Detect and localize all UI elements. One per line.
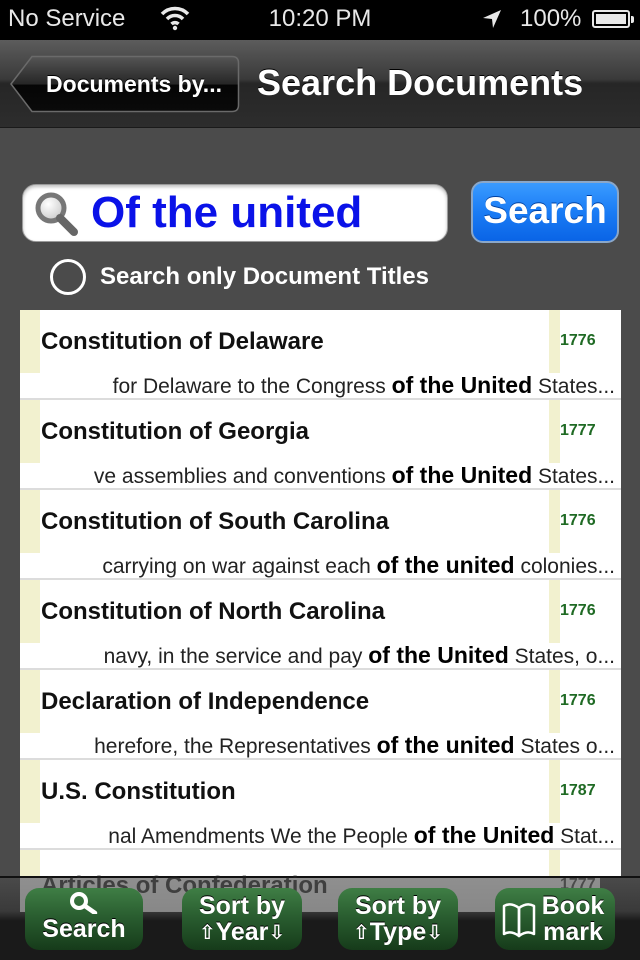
result-snippet: ve assemblies and conventions of the Uni…	[93, 462, 615, 488]
row-band-right	[549, 580, 560, 643]
result-title: U.S. Constitution	[41, 778, 236, 805]
titles-only-radio[interactable]	[50, 259, 86, 295]
result-row[interactable]: Constitution of Delaware 1776 for Delawa…	[20, 310, 621, 400]
tab-bar: Articles of Confederation 1777 Search So…	[0, 872, 640, 960]
battery-percent: 100%	[520, 5, 582, 32]
tab-search-label: Search	[42, 915, 126, 943]
result-title: Constitution of North Carolina	[41, 598, 385, 625]
tab-bookmark-line2: mark	[543, 918, 603, 946]
result-year: 1776	[560, 692, 596, 709]
search-input[interactable]: Of the united	[22, 184, 448, 242]
match-highlight: of the united	[376, 552, 515, 578]
arrow-down-icon: ⇩	[426, 922, 444, 944]
row-band-left	[20, 580, 40, 643]
result-snippet: herefore, the Representatives of the uni…	[94, 732, 615, 758]
row-band-left	[20, 670, 40, 733]
row-band-right	[549, 490, 560, 553]
tab-bookmark-line1: Book	[541, 892, 605, 920]
row-band-right	[549, 760, 560, 823]
status-bar: No Service 10:20 PM 100%	[0, 0, 640, 40]
row-band-left	[20, 490, 40, 553]
arrow-up-icon: ⇧	[352, 922, 370, 944]
result-title: Constitution of Georgia	[41, 418, 309, 445]
result-row[interactable]: Constitution of Georgia 1777 ve assembli…	[20, 400, 621, 490]
match-highlight: of the united	[376, 732, 515, 758]
row-band-left	[20, 310, 40, 373]
row-band-right	[549, 670, 560, 733]
result-row[interactable]: Constitution of South Carolina 1776 carr…	[20, 490, 621, 580]
tab-type-line2: ⇧Type⇩	[352, 918, 444, 946]
row-band-left	[20, 400, 40, 463]
result-title: Declaration of Independence	[41, 688, 370, 715]
match-highlight: of the United	[391, 372, 533, 398]
result-year: 1776	[560, 512, 596, 529]
match-highlight: of the United	[368, 642, 509, 668]
result-title: Constitution of South Carolina	[41, 508, 389, 535]
page-title: Search Documents	[257, 62, 584, 103]
magnifier-icon	[35, 192, 78, 236]
navigation-bar: Documents by... Search Documents	[0, 40, 640, 128]
tab-sort-by-type[interactable]: Sort by ⇧Type⇩	[338, 888, 458, 950]
results-list[interactable]: Constitution of Delaware 1776 for Delawa…	[20, 310, 621, 876]
result-snippet: nal Amendments We the People of the Unit…	[108, 822, 615, 848]
row-band-right	[549, 310, 560, 373]
result-year: 1776	[560, 602, 596, 619]
location-arrow-icon	[483, 10, 501, 28]
search-query-text: Of the united	[91, 188, 363, 237]
result-snippet: for Delaware to the Congress of the Unit…	[112, 372, 615, 398]
titles-only-label: Search only Document Titles	[100, 263, 429, 290]
result-row[interactable]: U.S. Constitution 1787 nal Amendments We…	[20, 760, 621, 850]
back-button-label: Documents by...	[46, 71, 222, 97]
tab-sort-by-year[interactable]: Sort by ⇧Year⇩	[182, 888, 302, 950]
result-year: 1787	[560, 782, 596, 799]
match-highlight: of the United	[413, 822, 555, 848]
tab-year-line1: Sort by	[198, 892, 286, 920]
tab-type-line1: Sort by	[354, 892, 442, 920]
result-snippet: navy, in the service and pay of the Unit…	[103, 642, 615, 668]
tab-bookmark[interactable]: Book mark	[495, 888, 615, 950]
result-year: 1776	[560, 332, 596, 349]
result-title: Constitution of Delaware	[41, 328, 324, 355]
result-row[interactable]: Declaration of Independence 1776 herefor…	[20, 670, 621, 760]
back-button[interactable]: Documents by...	[10, 55, 240, 113]
open-book-icon	[502, 903, 536, 938]
battery-icon	[592, 10, 634, 28]
search-button[interactable]: Search	[471, 181, 619, 243]
row-band-left	[20, 760, 40, 823]
result-snippet: carrying on war against each of the unit…	[102, 552, 615, 578]
result-row[interactable]: Constitution of North Carolina 1776 navy…	[20, 580, 621, 670]
match-highlight: of the United	[391, 462, 533, 488]
arrow-up-icon: ⇧	[198, 922, 216, 944]
tab-year-line2: ⇧Year⇩	[198, 918, 286, 946]
row-band-right	[549, 850, 560, 876]
row-band-right	[549, 400, 560, 463]
row-band-left	[20, 850, 40, 876]
tab-search[interactable]: Search	[25, 888, 143, 950]
magnifier-icon	[70, 892, 98, 914]
result-year: 1777	[560, 422, 596, 439]
arrow-down-icon: ⇩	[268, 922, 286, 944]
